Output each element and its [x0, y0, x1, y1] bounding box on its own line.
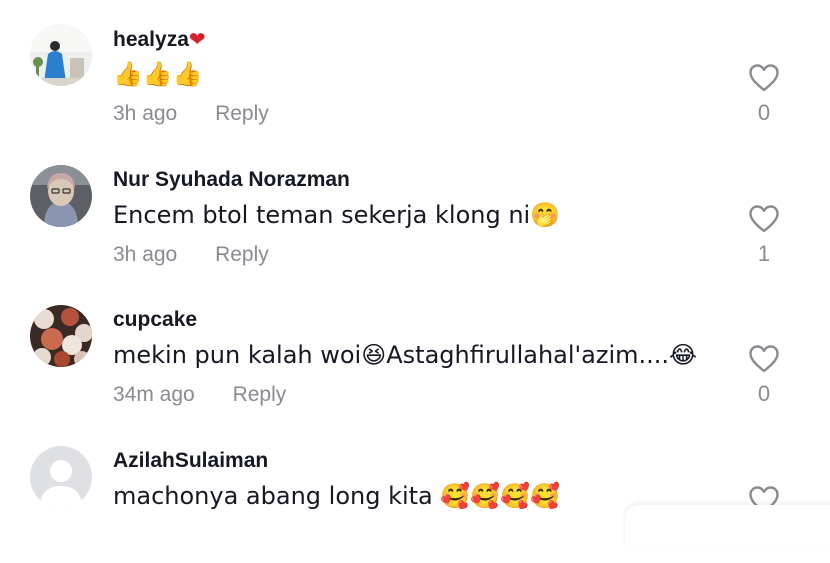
like-count: 0 [757, 100, 771, 125]
avatar-photo [30, 305, 92, 367]
comment-text: machonya abang long kita 🥰🥰🥰🥰 [113, 482, 560, 510]
username[interactable]: AzilahSulaiman [113, 449, 268, 473]
heart-emoji: ❤ [188, 27, 206, 51]
heart-outline-icon[interactable] [748, 344, 780, 374]
avatar[interactable] [30, 24, 92, 86]
comment-time: 3h ago [113, 102, 178, 125]
like-count: 1 [757, 241, 771, 266]
heart-outline-icon[interactable] [748, 204, 780, 234]
avatar-photo [30, 24, 92, 86]
like-count: 0 [757, 381, 771, 406]
comment-item: Nur Syuhada Norazman Encem btol teman se… [0, 141, 830, 282]
comment-text: 👍👍👍 [113, 60, 203, 88]
reply-button[interactable]: Reply [215, 102, 269, 126]
comment-meta: 3h ago Reply [113, 102, 269, 126]
bottom-sheet-edge [625, 505, 830, 545]
heart-outline-icon[interactable] [748, 63, 780, 93]
comment-item: cupcake mekin pun kalah woi😆Astaghfirull… [0, 281, 830, 422]
comment-text: Encem btol teman sekerja klong ni🤭 [113, 201, 561, 229]
avatar-photo [30, 165, 92, 227]
avatar[interactable] [30, 446, 92, 508]
comment-item: healyza❤ 👍👍👍 3h ago Reply 0 [0, 0, 830, 141]
reply-button[interactable]: Reply [233, 383, 287, 407]
comment-time: 3h ago [113, 243, 178, 266]
comment-meta: 3h ago Reply [113, 243, 269, 267]
username[interactable]: healyza❤ [113, 27, 206, 52]
comment-time: 34m ago [113, 383, 195, 406]
username[interactable]: cupcake [113, 308, 197, 332]
comment-meta: 34m ago Reply [113, 383, 286, 407]
avatar[interactable] [30, 305, 92, 367]
username[interactable]: Nur Syuhada Norazman [113, 168, 350, 192]
comment-text: mekin pun kalah woi😆Astaghfirullahal'azi… [113, 341, 698, 369]
username-text: healyza [113, 28, 189, 51]
avatar[interactable] [30, 165, 92, 227]
reply-button[interactable]: Reply [215, 243, 269, 267]
default-user-avatar-icon [30, 446, 92, 508]
